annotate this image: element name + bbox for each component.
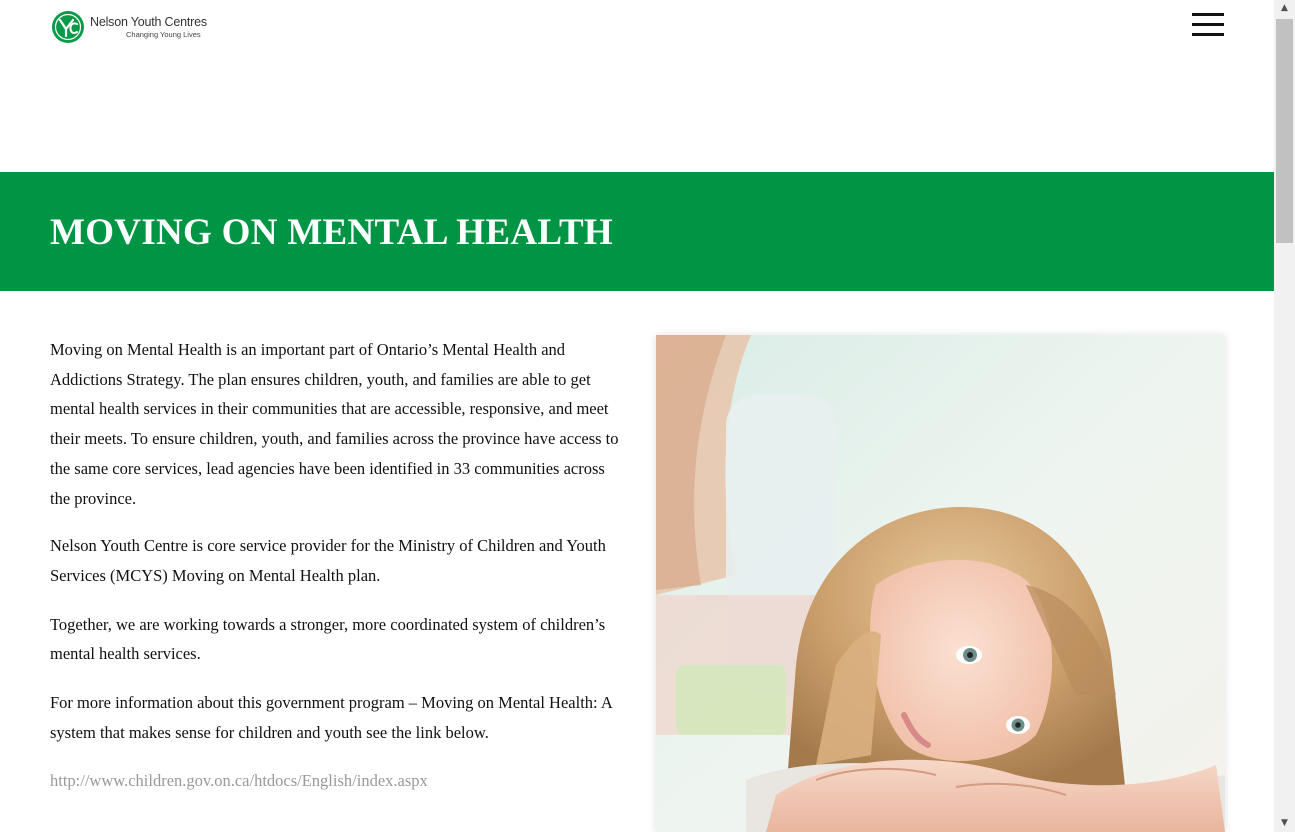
- page-title-banner: MOVING ON MENTAL HEALTH: [0, 172, 1274, 291]
- paragraph-more-info: For more information about this governme…: [50, 693, 612, 742]
- scroll-up-icon[interactable]: ▲: [1274, 0, 1295, 17]
- government-program-link[interactable]: http://www.children.gov.on.ca/htdocs/Eng…: [50, 766, 428, 796]
- page-title: MOVING ON MENTAL HEALTH: [50, 212, 614, 253]
- paragraph-provider: Nelson Youth Centre is core service prov…: [50, 536, 606, 585]
- paragraph-intro: Moving on Mental Health is an important …: [50, 340, 619, 508]
- logo-tagline: Changing Young Lives: [126, 29, 201, 39]
- paragraph-together: Together, we are working towards a stron…: [50, 614, 606, 664]
- child-photo: [656, 335, 1225, 832]
- scrollbar-thumb[interactable]: [1276, 19, 1293, 243]
- site-header: Nelson Youth Centres Changing Young Live…: [0, 0, 1274, 172]
- site-logo[interactable]: Nelson Youth Centres Changing Young Live…: [51, 10, 207, 44]
- nyc-logo-mark-icon: [52, 11, 84, 43]
- scroll-down-icon[interactable]: ▼: [1274, 815, 1295, 832]
- main-content: Moving on Mental Health is an important …: [50, 335, 625, 796]
- logo-name: Nelson Youth Centres: [90, 15, 207, 29]
- hamburger-menu-icon[interactable]: [1192, 13, 1224, 36]
- vertical-scrollbar[interactable]: ▲ ▼: [1274, 0, 1295, 832]
